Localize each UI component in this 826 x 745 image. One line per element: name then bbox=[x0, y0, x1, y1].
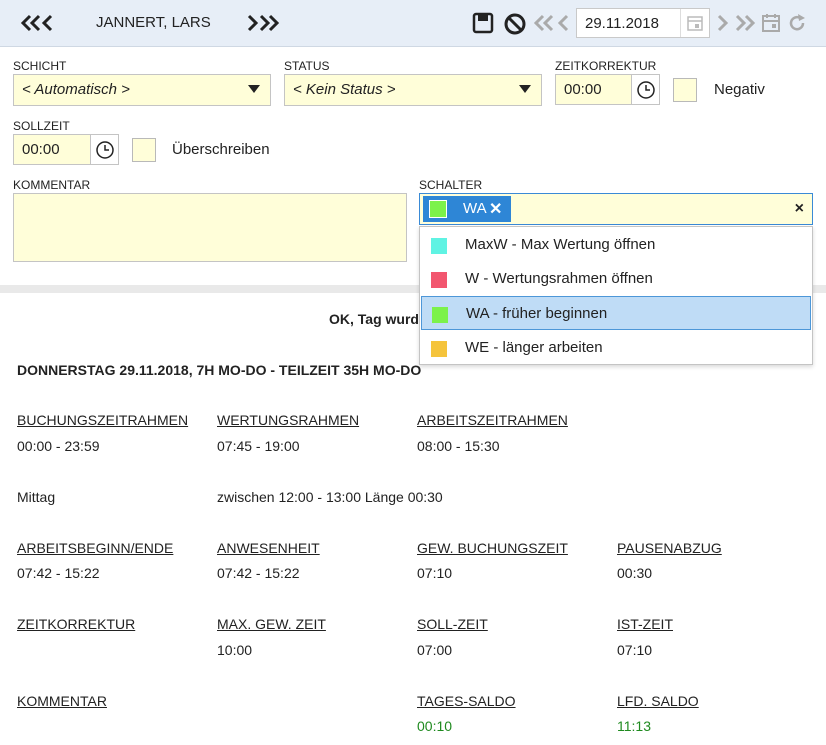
mittag-label: Mittag bbox=[17, 489, 56, 505]
soll-zeit-label: SOLL-ZEIT bbox=[417, 616, 488, 632]
zeitkorrektur-input[interactable]: 00:00 bbox=[555, 74, 632, 105]
schicht-select[interactable]: < Automatisch > bbox=[13, 74, 271, 106]
option-label: WE - länger arbeiten bbox=[465, 339, 603, 356]
remove-tag-icon[interactable]: ✕ bbox=[489, 199, 502, 219]
wertungsrahmen-value: 07:45 - 19:00 bbox=[217, 438, 300, 454]
calendar-today-icon[interactable] bbox=[760, 12, 782, 34]
schalter-tag-label: WA bbox=[463, 200, 487, 217]
next-day-icon[interactable] bbox=[716, 14, 730, 32]
save-icon[interactable] bbox=[472, 12, 494, 34]
zeitkorrektur-field: 00:00 bbox=[555, 74, 661, 105]
clear-icon[interactable]: × bbox=[795, 200, 804, 218]
color-swatch bbox=[431, 272, 447, 288]
schalter-dropdown: MaxW - Max Wertung öffnen W - Wertungsra… bbox=[419, 226, 813, 365]
mittag-value: zwischen 12:00 - 13:00 Länge 00:30 bbox=[217, 489, 443, 505]
chevron-down-icon bbox=[248, 85, 260, 93]
schalter-multiselect[interactable]: WA ✕ × bbox=[419, 193, 813, 225]
color-swatch bbox=[431, 341, 447, 357]
pausenabzug-label: PAUSENABZUG bbox=[617, 540, 722, 556]
option-label: MaxW - Max Wertung öffnen bbox=[465, 236, 656, 253]
zeitkorrektur-detail-label: ZEITKORREKTUR bbox=[17, 616, 136, 632]
dropdown-option-maxw[interactable]: MaxW - Max Wertung öffnen bbox=[421, 228, 811, 262]
toolbar: JANNERT, LARS 29.11.2018 bbox=[0, 0, 826, 47]
prev-employee-icon[interactable] bbox=[20, 14, 54, 32]
color-swatch bbox=[431, 238, 447, 254]
schicht-label: SCHICHT bbox=[13, 59, 67, 73]
status-message: OK, Tag wurde bbox=[329, 311, 427, 327]
date-value: 29.11.2018 bbox=[585, 15, 659, 32]
lfd-saldo-label: LFD. SALDO bbox=[617, 693, 699, 709]
chevron-down-icon bbox=[519, 85, 531, 93]
zeitkorrektur-label: ZEITKORREKTUR bbox=[555, 59, 657, 73]
kommentar-label: KOMMENTAR bbox=[13, 178, 91, 192]
sollzeit-field: 00:00 bbox=[13, 134, 119, 165]
tages-saldo-label: TAGES-SALDO bbox=[417, 693, 516, 709]
color-swatch bbox=[429, 200, 447, 218]
ist-zeit-value: 07:10 bbox=[617, 642, 653, 658]
arbeitszeitrahmen-value: 08:00 - 15:30 bbox=[417, 438, 500, 454]
ist-zeit-label: IST-ZEIT bbox=[617, 616, 673, 632]
employee-name: JANNERT, LARS bbox=[96, 14, 211, 31]
ueberschreiben-checkbox[interactable] bbox=[132, 138, 156, 162]
dropdown-option-we[interactable]: WE - länger arbeiten bbox=[421, 331, 811, 365]
kommentar-textarea[interactable] bbox=[13, 193, 407, 262]
dropdown-option-wa[interactable]: WA - früher beginnen bbox=[421, 296, 811, 330]
dropdown-option-w[interactable]: W - Wertungsrahmen öffnen bbox=[421, 262, 811, 296]
kommentar-detail-label: KOMMENTAR bbox=[17, 693, 107, 709]
sollzeit-label: SOLLZEIT bbox=[13, 119, 70, 133]
arbeitsbeginn-value: 07:42 - 15:22 bbox=[17, 565, 100, 581]
schalter-label: SCHALTER bbox=[419, 178, 483, 192]
arbeitsbeginn-label: ARBEITSBEGINN/ENDE bbox=[17, 540, 174, 556]
color-swatch bbox=[432, 307, 448, 323]
max-gew-zeit-label: MAX. GEW. ZEIT bbox=[217, 616, 326, 632]
soll-zeit-value: 07:00 bbox=[417, 642, 453, 658]
buchungszeitrahmen-value: 00:00 - 23:59 bbox=[17, 438, 100, 454]
wertungsrahmen-label: WERTUNGSRAHMEN bbox=[217, 412, 360, 428]
clock-icon[interactable] bbox=[90, 134, 119, 165]
clock-icon[interactable] bbox=[631, 74, 660, 105]
cancel-icon[interactable] bbox=[503, 12, 527, 36]
lfd-saldo-value: 11:13 bbox=[617, 718, 651, 734]
status-select[interactable]: < Kein Status > bbox=[284, 74, 542, 106]
anwesenheit-value: 07:42 - 15:22 bbox=[217, 565, 300, 581]
option-label: WA - früher beginnen bbox=[466, 305, 608, 322]
tages-saldo-value: 00:10 bbox=[417, 718, 453, 734]
anwesenheit-label: ANWESENHEIT bbox=[217, 540, 320, 556]
gew-buchungszeit-label: GEW. BUCHUNGSZEIT bbox=[417, 540, 568, 556]
ueberschreiben-label: Überschreiben bbox=[172, 141, 270, 158]
option-label: W - Wertungsrahmen öffnen bbox=[465, 270, 653, 287]
negativ-checkbox[interactable] bbox=[673, 78, 697, 102]
first-day-icon[interactable] bbox=[534, 14, 556, 32]
schicht-value: < Automatisch > bbox=[22, 81, 130, 98]
next-employee-icon[interactable] bbox=[246, 14, 280, 32]
schalter-tag: WA ✕ bbox=[423, 196, 511, 222]
status-label: STATUS bbox=[284, 59, 330, 73]
pausenabzug-value: 00:30 bbox=[617, 565, 653, 581]
refresh-icon[interactable] bbox=[786, 12, 808, 34]
last-day-icon[interactable] bbox=[734, 14, 756, 32]
buchungszeitrahmen-label: BUCHUNGSZEITRAHMEN bbox=[17, 412, 189, 428]
negativ-label: Negativ bbox=[714, 81, 765, 98]
prev-day-icon[interactable] bbox=[557, 14, 571, 32]
status-value: < Kein Status > bbox=[293, 81, 396, 98]
max-gew-zeit-value: 10:00 bbox=[217, 642, 253, 658]
day-header: DONNERSTAG 29.11.2018, 7H MO-DO - TEILZE… bbox=[17, 362, 422, 378]
gew-buchungszeit-value: 07:10 bbox=[417, 565, 453, 581]
date-field[interactable]: 29.11.2018 bbox=[576, 8, 710, 38]
sollzeit-input[interactable]: 00:00 bbox=[13, 134, 91, 165]
calendar-icon[interactable] bbox=[680, 9, 709, 37]
arbeitszeitrahmen-label: ARBEITSZEITRAHMEN bbox=[417, 412, 568, 428]
